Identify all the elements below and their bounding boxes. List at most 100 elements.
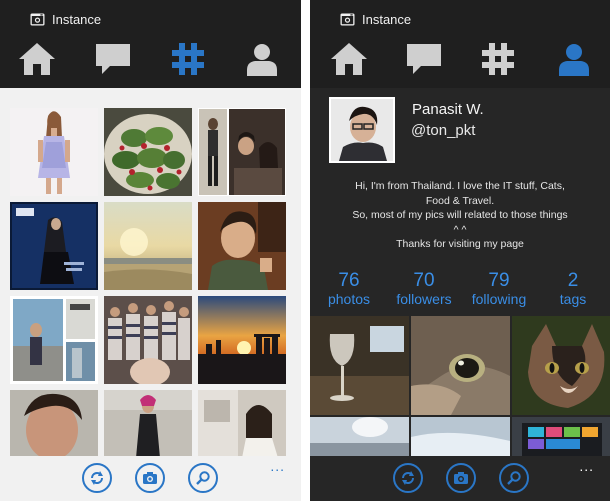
photo-tile-woman-standing[interactable] (104, 390, 192, 458)
app-title: Instance (30, 11, 101, 27)
photo-tile-man-smiling[interactable] (198, 202, 286, 290)
stat-following-count: 79 (488, 270, 510, 291)
photo-group-friends (104, 296, 192, 384)
hashtag-icon (482, 43, 514, 75)
refresh-icon (91, 471, 103, 485)
nav-tab-profile[interactable] (552, 38, 596, 80)
stat-tags[interactable]: 2 tags (538, 271, 608, 308)
photo-city-sunset (198, 296, 286, 384)
nav-tab-profile[interactable] (240, 38, 284, 80)
avatar-photo (331, 99, 393, 161)
home-icon (19, 43, 55, 75)
comment-bubble-icon (407, 44, 441, 74)
photo-tile-cat-eye[interactable] (411, 316, 510, 415)
photo-man-smiling (198, 202, 286, 290)
photo-tile-dress-model[interactable] (10, 108, 98, 196)
app-bar: ... (0, 456, 301, 501)
home-icon (331, 43, 367, 75)
stat-followers-count: 70 (413, 270, 435, 291)
profile-handle: @ton_pkt (411, 122, 476, 139)
photo-woman-standing (104, 390, 192, 458)
nav-tab-home[interactable] (15, 38, 59, 80)
user-icon (559, 44, 589, 76)
bio-line: Thanks for visiting my page (396, 238, 524, 250)
photo-dress-model (10, 108, 98, 196)
nav-tab-hashtag[interactable] (476, 38, 520, 80)
photo-tile-food-plate[interactable] (104, 108, 192, 196)
photo-ice-field (411, 417, 510, 456)
more-options-button[interactable]: ... (579, 459, 594, 473)
refresh-button[interactable] (82, 463, 112, 493)
stat-following[interactable]: 79 following (464, 271, 534, 308)
photo-boy-portrait (10, 390, 98, 458)
nav-tab-home[interactable] (327, 38, 371, 80)
camera-icon (143, 472, 157, 484)
user-icon (247, 44, 277, 76)
profile-header: Panasit W. @ton_pkt Hi, I'm from Thailan… (310, 88, 610, 316)
photo-food-plate (104, 108, 192, 196)
photo-tablet-screen (512, 417, 610, 456)
photo-collage-couple (198, 108, 286, 196)
photo-wine-glass (310, 316, 409, 415)
photo-street-collage (10, 296, 98, 384)
stat-tags-count: 2 (567, 270, 579, 291)
nav-tab-hashtag[interactable] (166, 38, 210, 80)
bio-line: So, most of my pics will related to thos… (352, 209, 568, 221)
app-title-text: Instance (52, 11, 102, 27)
app-title-text: Instance (362, 11, 412, 27)
photo-girl-cafe (198, 390, 286, 458)
search-icon (507, 471, 521, 485)
stat-photos[interactable]: 76 photos (314, 271, 384, 308)
photo-tile-city-sunset[interactable] (198, 296, 286, 384)
search-button[interactable] (499, 463, 529, 493)
bio-line: ^ ^ (453, 223, 467, 236)
avatar[interactable] (329, 97, 395, 163)
nav-tab-comments[interactable] (91, 38, 135, 80)
photo-album-cover (10, 202, 98, 290)
app-title: Instance (340, 11, 411, 27)
right-phone-screen: Instance Panasit W. @ton_pkt Hi, I'm fro… (310, 0, 610, 501)
stat-tags-label: tags (559, 291, 587, 307)
camera-icon (454, 472, 468, 484)
photo-tile-cat-face[interactable] (512, 316, 610, 415)
app-bar: ... (310, 456, 610, 501)
nav-tab-comments[interactable] (402, 38, 446, 80)
camera-logo-icon (340, 13, 355, 25)
photo-tile-ice-field[interactable] (411, 417, 510, 456)
comment-bubble-icon (96, 44, 130, 74)
nav-bar (310, 38, 610, 80)
photo-tile-white-sky[interactable] (310, 417, 409, 456)
photo-beach-sunset (104, 202, 192, 290)
search-button[interactable] (188, 463, 218, 493)
stat-followers[interactable]: 70 followers (389, 271, 459, 308)
stat-photos-label: photos (327, 291, 371, 307)
photo-tile-group-friends[interactable] (104, 296, 192, 384)
photo-tile-boy-portrait[interactable] (10, 390, 98, 458)
photo-tile-collage-couple[interactable] (198, 108, 286, 196)
profile-name: Panasit W. (412, 101, 484, 118)
photo-tile-tablet-screen[interactable] (512, 417, 610, 456)
screenshot-pair: Instance ... Instance Panasit W. @ton_pk… (0, 0, 610, 501)
photo-tile-album-cover[interactable] (10, 202, 98, 290)
photo-cat-face (512, 316, 610, 415)
bio-line: Food & Travel. (425, 194, 495, 207)
stat-following-label: following (471, 291, 527, 307)
camera-button[interactable] (446, 463, 476, 493)
camera-logo-icon (30, 13, 45, 25)
photo-cat-eye (411, 316, 510, 415)
photo-tile-beach-sunset[interactable] (104, 202, 192, 290)
profile-bio: Hi, I'm from Thailand. I love the IT stu… (310, 179, 610, 252)
search-icon (196, 471, 210, 485)
hashtag-photo-grid (10, 108, 286, 458)
stat-followers-label: followers (396, 291, 452, 307)
photo-tile-street-collage[interactable] (10, 296, 98, 384)
camera-button[interactable] (135, 463, 165, 493)
photo-tile-wine-glass[interactable] (310, 316, 409, 415)
refresh-button[interactable] (393, 463, 423, 493)
bio-line: Hi, I'm from Thailand. I love the IT stu… (355, 180, 565, 192)
photo-tile-girl-cafe[interactable] (198, 390, 286, 458)
top-bar: Instance (310, 0, 610, 88)
stat-photos-count: 76 (338, 270, 360, 291)
nav-bar (0, 38, 301, 80)
more-options-button[interactable]: ... (270, 459, 285, 473)
